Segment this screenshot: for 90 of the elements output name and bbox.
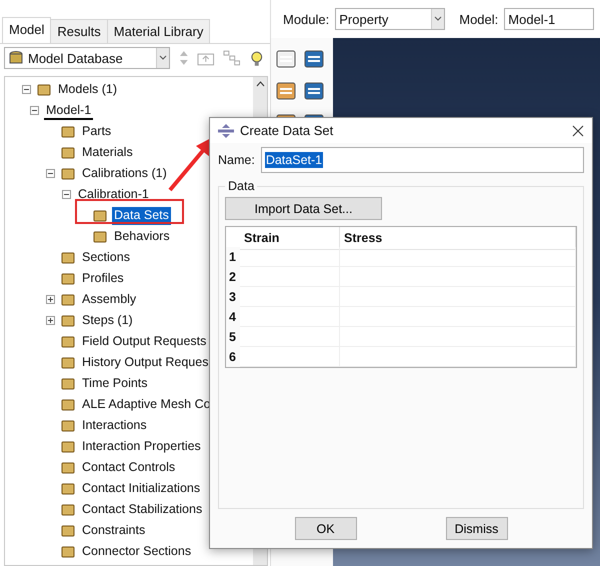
table-cell[interactable] bbox=[340, 327, 576, 347]
tool-icon[interactable] bbox=[275, 80, 297, 102]
table-cell[interactable] bbox=[340, 307, 576, 327]
tree-item[interactable]: Field Output Requests bbox=[80, 332, 208, 350]
group-title: Data bbox=[227, 179, 256, 193]
tree-item[interactable]: Time Points bbox=[80, 374, 150, 392]
node-icon bbox=[60, 124, 76, 140]
database-icon bbox=[8, 50, 24, 66]
column-header: Strain bbox=[240, 227, 340, 250]
expand-toggle[interactable] bbox=[30, 106, 39, 115]
table-cell[interactable] bbox=[340, 287, 576, 307]
tree-item[interactable]: Calibrations (1) bbox=[80, 164, 169, 182]
expand-toggle[interactable] bbox=[46, 169, 55, 178]
node-icon bbox=[60, 376, 76, 392]
node-icon bbox=[60, 166, 76, 182]
tree-item[interactable]: History Output Reques bbox=[80, 354, 210, 372]
node-icon bbox=[60, 438, 76, 454]
module-label: Module: bbox=[283, 12, 330, 26]
tree-item[interactable]: Model-1 bbox=[44, 102, 94, 120]
tree-item[interactable]: Models (1) bbox=[56, 80, 120, 98]
row-number: 5 bbox=[226, 327, 240, 347]
model-label: Model: bbox=[459, 12, 498, 26]
tree-item[interactable]: Steps (1) bbox=[80, 312, 135, 330]
caret-icon[interactable] bbox=[156, 48, 169, 68]
tab[interactable]: Model bbox=[2, 17, 52, 43]
node-icon bbox=[60, 460, 76, 476]
module-dropdown[interactable]: Property bbox=[335, 8, 446, 30]
dialog-icon bbox=[218, 124, 234, 138]
table-cell[interactable] bbox=[340, 347, 576, 367]
expand-toggle[interactable] bbox=[46, 295, 55, 304]
name-field[interactable]: DataSet-1 bbox=[260, 147, 584, 173]
tab[interactable]: Material Library bbox=[106, 19, 210, 43]
expand-toggle[interactable] bbox=[22, 85, 31, 94]
node-icon bbox=[60, 544, 76, 560]
tool-icon[interactable] bbox=[303, 80, 325, 102]
tree-item[interactable]: Behaviors bbox=[112, 228, 172, 246]
tree-item[interactable]: Contact Initializations bbox=[80, 480, 202, 498]
tree-item[interactable]: Calibration-1 bbox=[76, 186, 151, 204]
name-label: Name: bbox=[218, 153, 255, 167]
node-icon bbox=[60, 480, 76, 496]
node-icon bbox=[36, 82, 52, 98]
tree-item[interactable]: Materials bbox=[80, 144, 135, 162]
tree-item[interactable]: Interactions bbox=[80, 416, 149, 434]
node-icon bbox=[60, 418, 76, 434]
node-icon bbox=[92, 228, 108, 244]
row-number: 6 bbox=[226, 347, 240, 367]
hierarchy-icon[interactable] bbox=[222, 50, 240, 66]
expand-toggle[interactable] bbox=[62, 190, 71, 199]
table-cell[interactable] bbox=[340, 267, 576, 287]
tree-item[interactable]: Contact Controls bbox=[80, 458, 178, 476]
table-cell[interactable] bbox=[240, 247, 340, 267]
caret-icon[interactable] bbox=[431, 9, 444, 29]
tree-item[interactable]: Assembly bbox=[80, 290, 138, 308]
column-header: Stress bbox=[340, 227, 576, 250]
node-icon bbox=[60, 396, 76, 412]
node-icon bbox=[60, 312, 76, 328]
database-dropdown[interactable]: Model Database bbox=[4, 47, 170, 69]
dialog-title: Create Data Set bbox=[240, 123, 334, 138]
dialog-button[interactable]: Dismiss bbox=[446, 517, 508, 540]
table-cell[interactable] bbox=[340, 247, 576, 267]
node-icon bbox=[60, 334, 76, 350]
import-button[interactable]: Import Data Set... bbox=[225, 197, 382, 220]
close-icon[interactable] bbox=[572, 124, 584, 136]
tree-item[interactable]: Contact Stabilizations bbox=[80, 500, 204, 518]
table-cell[interactable] bbox=[240, 347, 340, 367]
row-number: 2 bbox=[226, 267, 240, 287]
node-icon bbox=[60, 144, 76, 160]
dialog-button[interactable]: OK bbox=[294, 517, 356, 540]
tree-item[interactable]: Connector Sections bbox=[80, 542, 194, 560]
tree-item[interactable]: Constraints bbox=[80, 522, 148, 540]
node-icon bbox=[60, 292, 76, 308]
tool-icon[interactable] bbox=[303, 48, 325, 70]
scroll-up-icon[interactable] bbox=[256, 81, 264, 87]
node-icon bbox=[60, 522, 76, 538]
tree-item[interactable]: Sections bbox=[80, 248, 132, 266]
node-icon bbox=[60, 502, 76, 518]
row-number: 1 bbox=[226, 247, 240, 267]
expand-toggle[interactable] bbox=[46, 316, 55, 325]
node-icon bbox=[92, 208, 108, 224]
node-icon bbox=[60, 354, 76, 370]
tree-item[interactable]: Interaction Properties bbox=[80, 438, 203, 456]
tool-icon[interactable] bbox=[275, 48, 297, 70]
node-icon bbox=[60, 270, 76, 286]
node-icon bbox=[60, 250, 76, 266]
model-dropdown[interactable]: Model-1 bbox=[504, 8, 594, 30]
tree-item[interactable]: Profiles bbox=[80, 270, 126, 288]
tree-item[interactable]: Parts bbox=[80, 122, 114, 140]
row-number: 4 bbox=[226, 307, 240, 327]
row-number: 3 bbox=[226, 287, 240, 307]
tab[interactable]: Results bbox=[50, 19, 108, 43]
